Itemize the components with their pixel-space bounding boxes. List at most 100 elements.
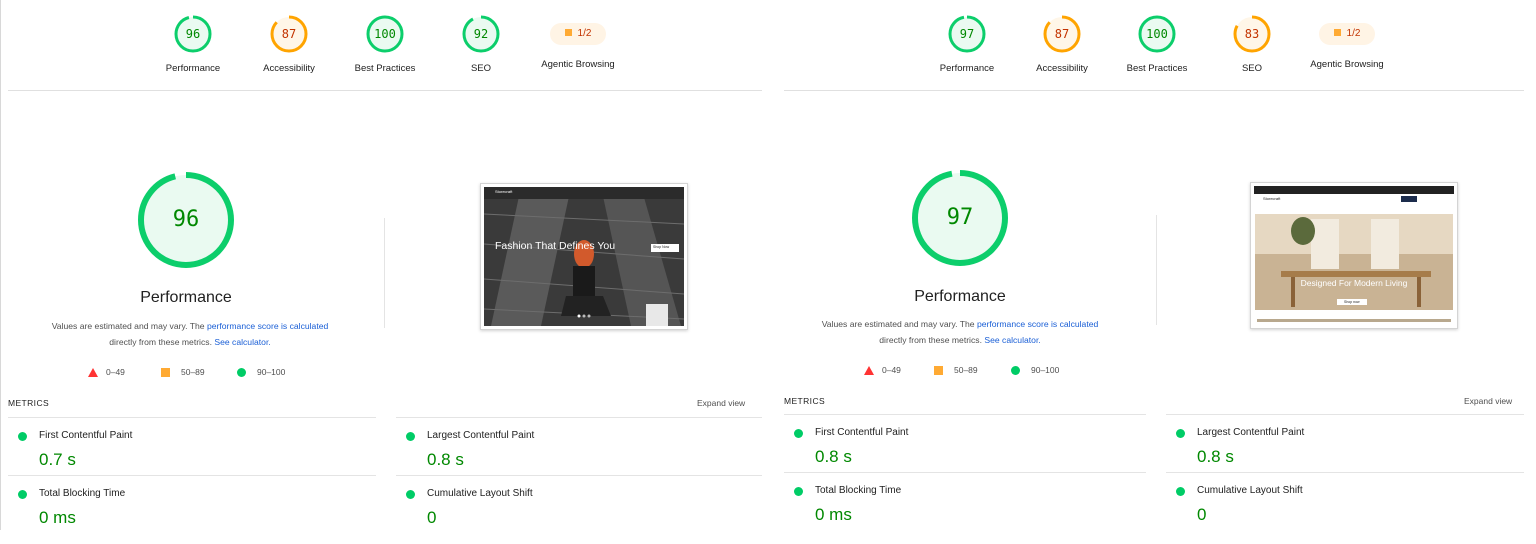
gauge-score: 87 bbox=[1054, 27, 1070, 41]
gauge-label: SEO bbox=[470, 63, 492, 74]
metric-lcp: Largest Contentful Paint 0.8 s bbox=[1166, 414, 1524, 473]
pass-circle-icon bbox=[1176, 429, 1185, 438]
average-square-icon bbox=[1333, 29, 1341, 36]
gauge-accessibility[interactable]: 87 Accessibility bbox=[1012, 14, 1112, 74]
metric-fcp: First Contentful Paint 0.8 s bbox=[784, 414, 1146, 473]
metric-value: 0 bbox=[1197, 505, 1207, 524]
metrics-header: METRICS bbox=[8, 398, 50, 408]
metric-value: 0.8 s bbox=[815, 447, 852, 466]
gauge-label: SEO bbox=[1241, 63, 1263, 74]
lighthouse-report-left: 96 Performance 87 Accessibility 100 Best… bbox=[0, 0, 768, 544]
agentic-score-pill: 1/2 bbox=[1319, 23, 1375, 45]
metric-value: 0.7 s bbox=[39, 450, 76, 469]
pass-circle-icon bbox=[237, 368, 246, 377]
pass-circle-icon bbox=[1176, 487, 1185, 496]
gauge-seo[interactable]: 92 SEO bbox=[431, 14, 531, 74]
gauge-label: Agentic Browsing bbox=[541, 59, 615, 70]
page-screenshot[interactable]: Storecraft Fashion That Defines You Shop… bbox=[480, 183, 688, 330]
header-divider bbox=[784, 90, 1524, 91]
pass-circle-icon bbox=[18, 432, 27, 441]
gauge-label: Performance bbox=[165, 63, 221, 74]
gauge-label: Best Practices bbox=[1126, 63, 1188, 74]
gauge-score: 100 bbox=[374, 27, 396, 41]
metrics-header: METRICS bbox=[784, 396, 826, 406]
section-separator bbox=[1156, 215, 1157, 325]
see-calculator-link[interactable]: See calculator. bbox=[214, 337, 270, 347]
gauge-agentic-browsing[interactable]: 1/2 Agentic Browsing bbox=[528, 14, 628, 70]
fail-triangle-icon bbox=[864, 366, 874, 375]
agentic-score-pill: 1/2 bbox=[550, 23, 606, 45]
performance-title: Performance bbox=[140, 289, 232, 306]
metric-name: First Contentful Paint bbox=[815, 427, 909, 438]
metric-cls: Cumulative Layout Shift 0 bbox=[396, 475, 762, 534]
gauge-seo[interactable]: 83 SEO bbox=[1202, 14, 1302, 74]
pass-circle-icon bbox=[1011, 366, 1020, 375]
gauge-label: Best Practices bbox=[354, 63, 416, 74]
agentic-score: 1/2 bbox=[1346, 28, 1361, 39]
gauge-label: Accessibility bbox=[263, 63, 315, 74]
metric-name: Largest Contentful Paint bbox=[1197, 427, 1305, 438]
metric-name: Cumulative Layout Shift bbox=[427, 488, 533, 499]
screenshot-brand: Storecraft bbox=[495, 189, 513, 194]
gauge-score: 96 bbox=[185, 27, 201, 41]
gauge-score: 92 bbox=[473, 27, 489, 41]
score-gauges: 97 Performance 87 Accessibility 100 Best… bbox=[778, 14, 1536, 80]
expand-view-toggle[interactable]: Expand view bbox=[697, 398, 745, 408]
performance-description: Values are estimated and may vary. The p… bbox=[51, 321, 329, 347]
metric-value: 0 ms bbox=[39, 508, 76, 527]
pass-circle-icon bbox=[794, 487, 803, 496]
screenshot-cta: Shop Now bbox=[653, 245, 670, 249]
gauge-best-practices[interactable]: 100 Best Practices bbox=[1107, 14, 1207, 74]
gauge-performance[interactable]: 96 Performance bbox=[143, 14, 243, 74]
gauge-agentic-browsing[interactable]: 1/2 Agentic Browsing bbox=[1297, 14, 1397, 70]
metric-value: 0.8 s bbox=[427, 450, 464, 469]
metric-tbt: Total Blocking Time 0 ms bbox=[8, 475, 376, 534]
metric-value: 0.8 s bbox=[1197, 447, 1234, 466]
pass-circle-icon bbox=[18, 490, 27, 499]
average-square-icon bbox=[161, 368, 170, 377]
gauge-score: 83 bbox=[1244, 27, 1260, 41]
gauge-performance[interactable]: 97 Performance bbox=[917, 14, 1017, 74]
metric-name: Largest Contentful Paint bbox=[427, 430, 535, 441]
gauge-label: Accessibility bbox=[1036, 63, 1088, 74]
average-square-icon bbox=[934, 366, 943, 375]
expand-view-toggle[interactable]: Expand view bbox=[1464, 396, 1512, 406]
performance-gauge-large: 97 bbox=[910, 168, 1010, 268]
screenshot-headline: Fashion That Defines You bbox=[495, 240, 616, 252]
gauge-label: Performance bbox=[939, 63, 995, 74]
screenshot-cta: Shop now bbox=[1344, 300, 1360, 304]
metric-name: Total Blocking Time bbox=[39, 488, 126, 499]
lighthouse-report-right: 97 Performance 87 Accessibility 100 Best… bbox=[778, 0, 1536, 544]
metric-fcp: First Contentful Paint 0.7 s bbox=[8, 417, 376, 476]
metric-lcp: Largest Contentful Paint 0.8 s bbox=[396, 417, 762, 476]
screenshot-headline: Designed For Modern Living bbox=[1300, 278, 1408, 288]
agentic-score: 1/2 bbox=[577, 28, 592, 39]
performance-title: Performance bbox=[914, 288, 1006, 305]
performance-gauge-large: 96 bbox=[136, 170, 236, 270]
performance-score: 97 bbox=[946, 205, 974, 230]
performance-score-link[interactable]: performance score is calculated bbox=[207, 321, 328, 331]
gauge-score: 87 bbox=[281, 27, 297, 41]
score-legend: 0–49 50–89 90–100 bbox=[88, 367, 308, 379]
metric-name: First Contentful Paint bbox=[39, 430, 133, 441]
see-calculator-link[interactable]: See calculator. bbox=[984, 335, 1040, 345]
screenshot-brand: Storecraft bbox=[1263, 196, 1281, 201]
metric-cls: Cumulative Layout Shift 0 bbox=[1166, 472, 1524, 531]
gauge-score: 100 bbox=[1146, 27, 1168, 41]
performance-description: Values are estimated and may vary. The p… bbox=[821, 319, 1099, 345]
performance-score-link[interactable]: performance score is calculated bbox=[977, 319, 1098, 329]
performance-score: 96 bbox=[172, 207, 200, 232]
pass-circle-icon bbox=[794, 429, 803, 438]
average-square-icon bbox=[564, 29, 572, 36]
gauge-accessibility[interactable]: 87 Accessibility bbox=[239, 14, 339, 74]
fail-triangle-icon bbox=[88, 368, 98, 377]
page-screenshot[interactable]: Storecraft Designed For Modern Living Sh… bbox=[1250, 182, 1458, 329]
gauge-best-practices[interactable]: 100 Best Practices bbox=[335, 14, 435, 74]
metric-name: Total Blocking Time bbox=[815, 485, 902, 496]
score-legend: 0–49 50–89 90–100 bbox=[864, 365, 1084, 377]
gauge-score: 97 bbox=[959, 27, 975, 41]
header-divider bbox=[8, 90, 762, 91]
metric-name: Cumulative Layout Shift bbox=[1197, 485, 1303, 496]
pass-circle-icon bbox=[406, 432, 415, 441]
score-gauges: 96 Performance 87 Accessibility 100 Best… bbox=[0, 14, 768, 80]
